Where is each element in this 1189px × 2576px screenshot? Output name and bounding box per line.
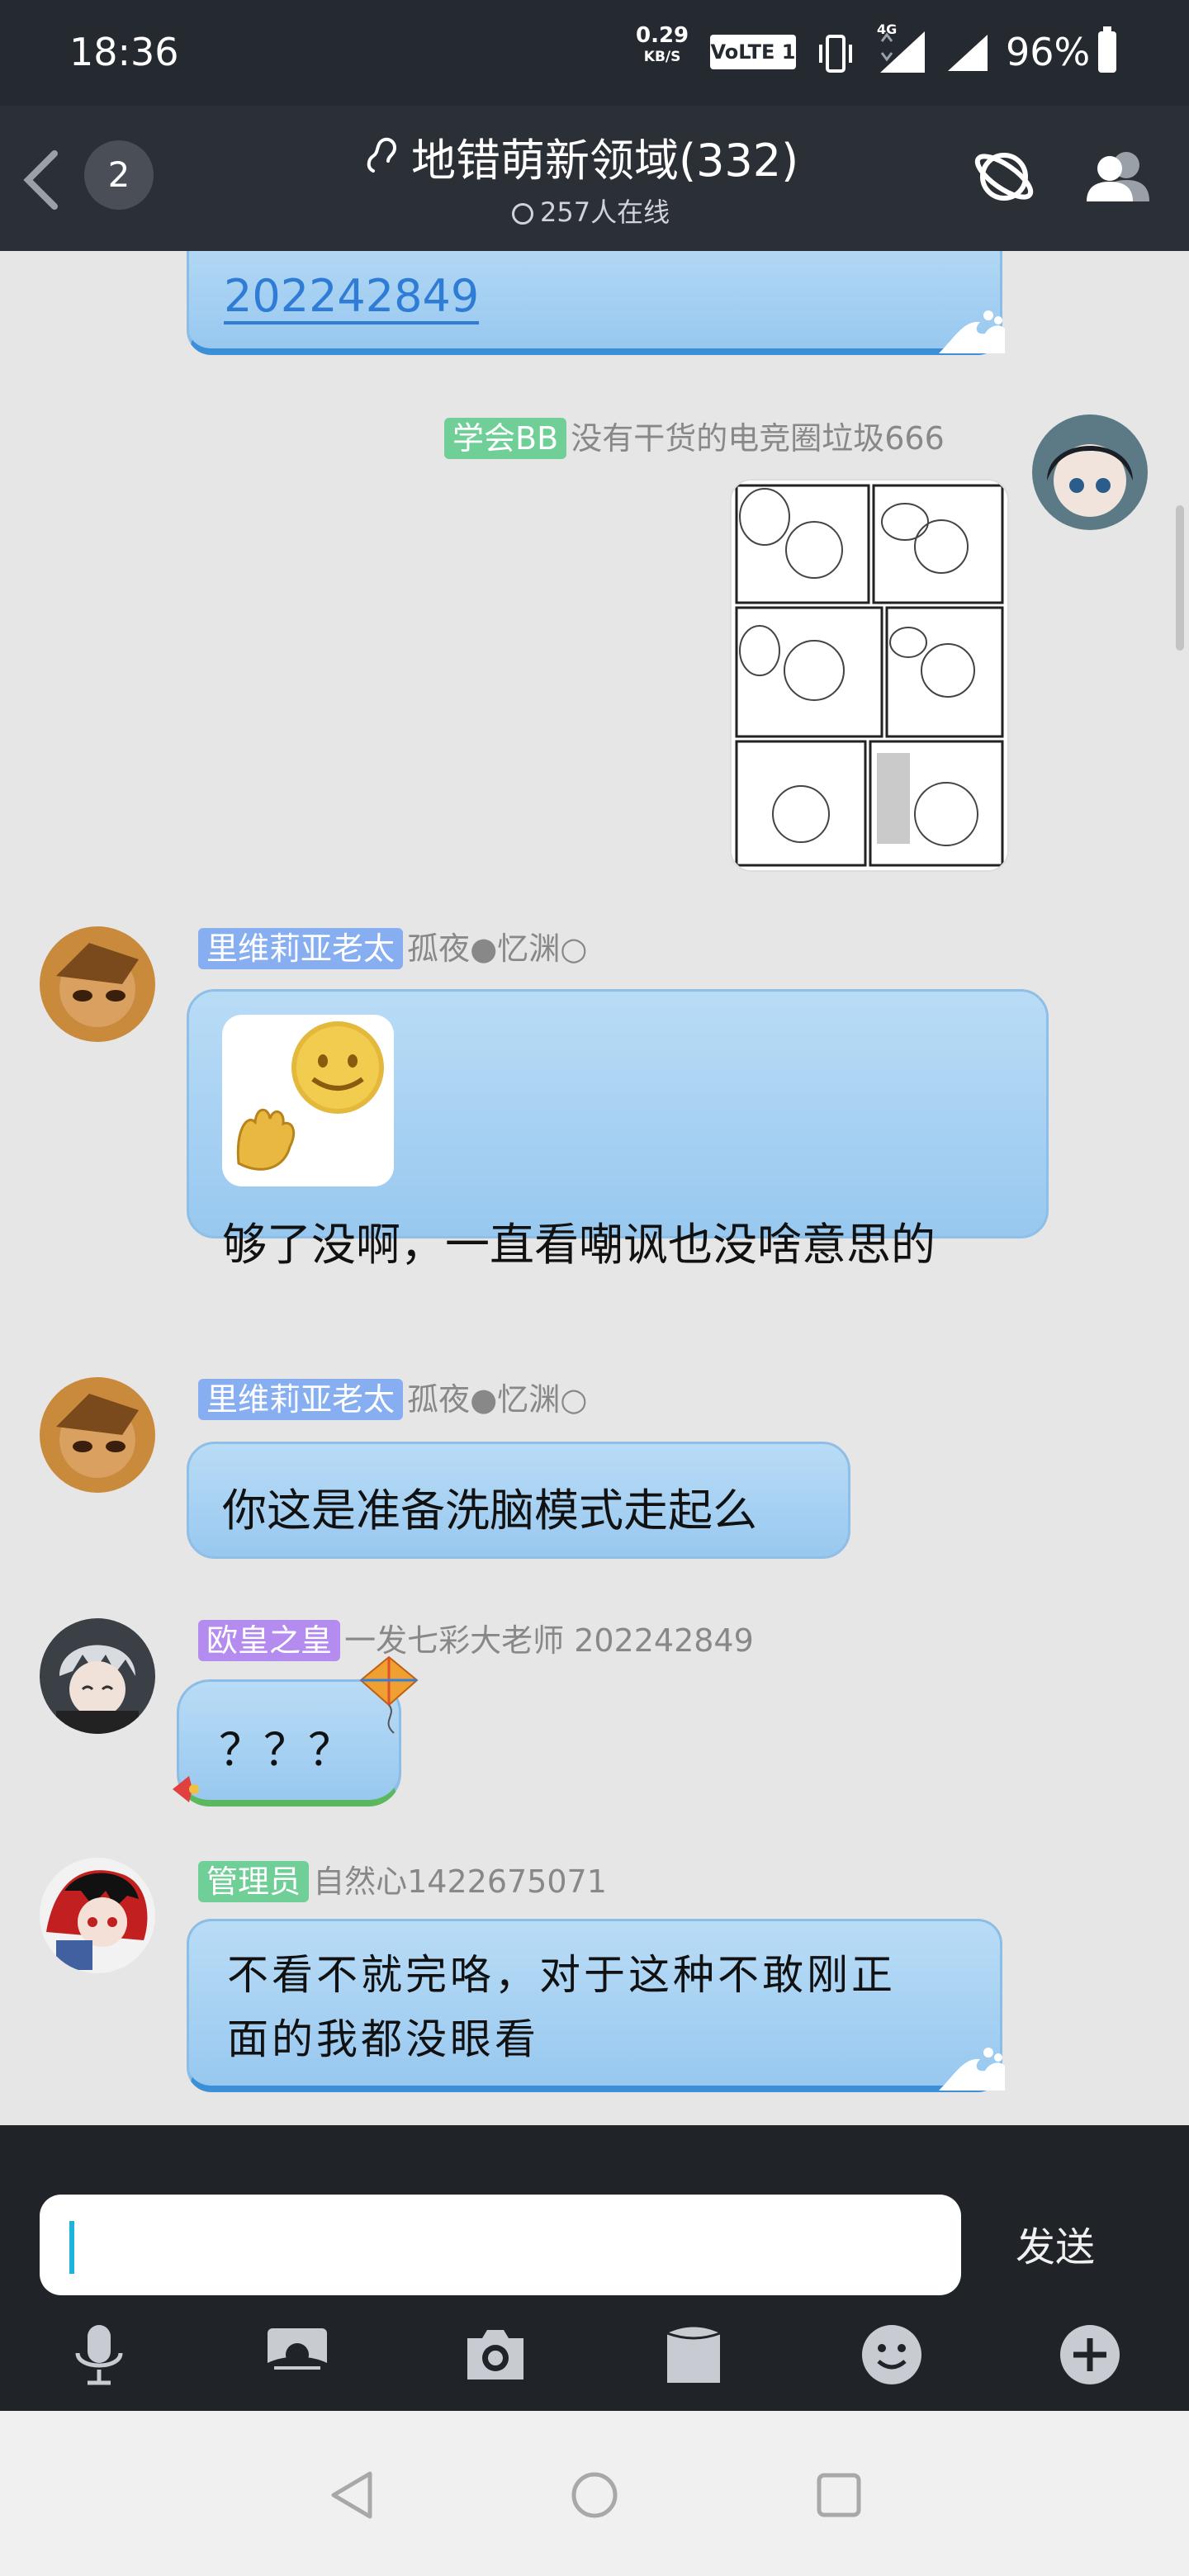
message-bubble[interactable]: 你这是准备洗脑模式走起么 [187,1442,850,1559]
status-time: 18:36 [69,30,179,74]
input-toolbar [0,2295,1189,2411]
text-cursor [69,2221,74,2274]
comic-image[interactable] [730,479,1009,872]
group-title-text: 地错萌新领域(332) [411,135,799,187]
message-list[interactable]: 202242849 学会BB 没有干货的电竞圈垃圾666 里维莉亚老太 孤夜●忆… [0,251,1189,2125]
wave-decoration-icon [939,2048,1005,2091]
wave-decoration-icon [939,310,1005,353]
avatar[interactable] [40,926,155,1042]
message-bubble[interactable]: 202242849 [187,251,1005,355]
anime-avatar-image [40,1618,155,1734]
home-circle-icon[interactable] [570,2469,619,2522]
sender-name[interactable]: 没有干货的电竞圈垃圾666 [571,420,945,457]
anime-avatar-image [40,1377,155,1493]
member-title-tag: 欧皇之皇 [198,1620,341,1661]
net-speed: 0.29 KB/S [636,25,689,68]
sender-name[interactable]: 一发七彩大老师 202242849 [344,1622,754,1659]
emoji-icon[interactable] [859,2322,925,2388]
avatar[interactable] [1032,414,1148,530]
message-link[interactable]: 202242849 [224,272,480,324]
volte-badge: VoLTE 1 [710,35,796,69]
sender-name[interactable]: 自然心1422675071 [313,1863,607,1900]
recents-square-icon[interactable] [814,2469,864,2522]
system-nav-bar [0,2411,1189,2576]
unread-count-badge[interactable]: 2 [84,140,154,210]
scrollbar[interactable] [1176,505,1184,651]
message-text-line: 不看不就完咯，对于这种不敢刚正 [227,1951,896,1999]
image-icon[interactable] [264,2322,330,2388]
member-title-tag: 里维莉亚老太 [198,928,404,969]
message-text: 不看不就完咯，对于这种不敢刚正 面的我都没眼看 [227,1943,896,2072]
message-bubble[interactable]: 不看不就完咯，对于这种不敢刚正 面的我都没眼看 [187,1919,1005,2092]
battery-percent: 96% [1006,30,1091,74]
message-bubble[interactable]: 够了没啊，一直看嘲讽也没啥意思的 [187,989,1049,1271]
comic-strip-image [732,481,1007,870]
sender-line: 管理员 自然心1422675071 [198,1856,607,1902]
vibrate-icon [819,35,852,73]
anime-avatar-image [40,1858,155,1973]
input-bar: 发送 [0,2125,1189,2295]
member-title-tag: 里维莉亚老太 [198,1379,404,1420]
sender-name[interactable]: 孤夜●忆渊○ [407,930,587,967]
anime-avatar-image [40,926,155,1042]
sticker-image[interactable] [222,1015,394,1186]
sender-line: 欧皇之皇 一发七彩大老师 202242849 [198,1615,754,1661]
sender-line: 里维莉亚老太 孤夜●忆渊○ [198,1374,587,1420]
chat-header: 2 地错萌新领域(332) 257人在线 [0,106,1189,251]
net-speed-value: 0.29 [636,23,689,48]
message-bubble[interactable]: ？？？ [173,1655,419,1807]
send-button[interactable]: 发送 [1016,2214,1095,2272]
avatar[interactable] [40,1377,155,1493]
back-arrow-icon[interactable] [17,147,66,213]
sender-line: 里维莉亚老太 孤夜●忆渊○ [198,923,587,969]
signal-icon-sim1 [880,31,925,73]
member-title-tag: 学会BB [444,418,567,459]
message-text: 够了没啊，一直看嘲讽也没啥意思的 [222,1219,936,1271]
signal-icon-sim2 [948,35,988,71]
message-text: ？？？ [219,1724,353,1776]
camera-icon[interactable] [462,2322,528,2388]
group-space-icon[interactable] [971,144,1037,210]
avatar[interactable] [40,1858,155,1973]
net-speed-unit: KB/S [643,49,681,65]
message-input[interactable] [40,2195,961,2295]
member-title-tag: 管理员 [198,1861,310,1902]
microphone-icon[interactable] [66,2322,132,2388]
message-text: 你这是准备洗脑模式走起么 [222,1485,757,1537]
group-members-icon[interactable] [1083,147,1153,205]
file-icon[interactable] [661,2322,727,2388]
status-bar: 18:36 0.29 KB/S VoLTE 1 4G 96% [0,0,1189,106]
sender-name[interactable]: 孤夜●忆渊○ [407,1381,587,1418]
online-icon [512,203,533,225]
earpiece-mode-icon [367,137,397,173]
ribbon-decoration-icon [173,1776,199,1802]
group-title: 地错萌新领域(332) [363,124,859,189]
avatar[interactable] [40,1618,155,1734]
online-count-text: 257人在线 [540,197,670,228]
sender-line: 学会BB 没有干货的电竞圈垃圾666 [444,413,945,459]
smiley-hand-sticker [236,1021,384,1171]
back-triangle-icon[interactable] [327,2469,377,2522]
online-count: 257人在线 [512,192,670,230]
battery-icon [1098,26,1116,73]
plus-icon[interactable] [1057,2322,1123,2388]
anime-avatar-image [1032,414,1148,530]
kite-decoration-icon [359,1655,419,1734]
message-text-line: 面的我都没眼看 [227,2015,539,2063]
